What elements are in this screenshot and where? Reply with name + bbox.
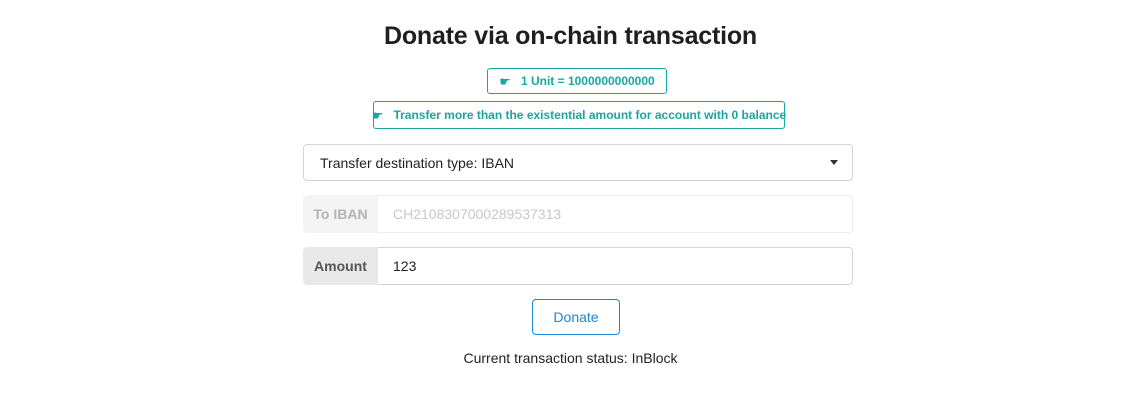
destination-type-selected: Transfer destination type: IBAN xyxy=(320,154,515,171)
existential-amount-text: Transfer more than the existential amoun… xyxy=(393,108,787,122)
transaction-status: Current transaction status: InBlock xyxy=(463,350,678,366)
pointing-hand-icon: ☛ xyxy=(499,73,511,89)
unit-info-text: 1 Unit = 1000000000000 xyxy=(520,74,655,88)
amount-label: Amount xyxy=(303,247,378,285)
pointing-hand-icon: ☛ xyxy=(371,107,384,123)
amount-input[interactable] xyxy=(378,247,853,285)
iban-input-group: To IBAN xyxy=(303,195,853,233)
iban-label: To IBAN xyxy=(303,195,378,233)
donate-button[interactable]: Donate xyxy=(532,299,620,335)
existential-amount-tag: ☛ Transfer more than the existential amo… xyxy=(371,101,787,129)
amount-input-group: Amount xyxy=(303,247,853,285)
dropdown-caret-icon xyxy=(830,160,838,165)
iban-input[interactable] xyxy=(378,195,853,233)
unit-info-tag: ☛ 1 Unit = 1000000000000 xyxy=(487,68,667,94)
page-title: Donate via on-chain transaction xyxy=(383,22,758,50)
destination-type-dropdown[interactable]: Transfer destination type: IBAN xyxy=(303,144,853,181)
